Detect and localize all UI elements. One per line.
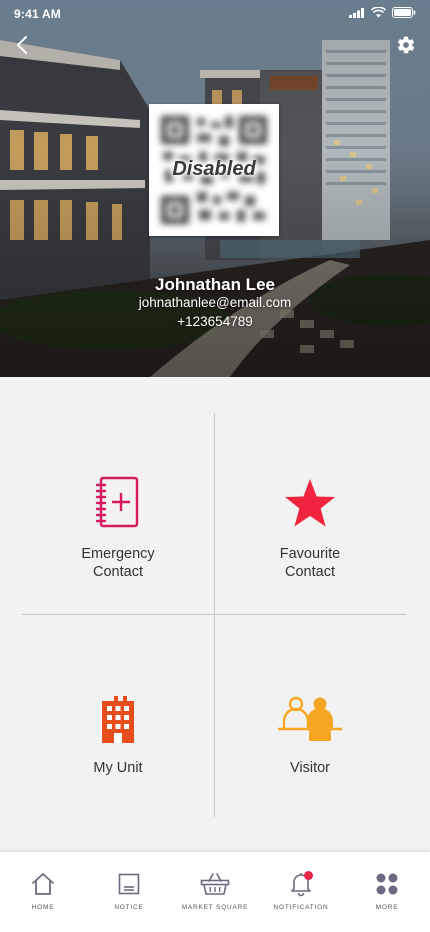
settings-button[interactable] xyxy=(394,33,418,57)
tab-label: HOME xyxy=(31,904,55,911)
notification-badge xyxy=(304,871,313,880)
back-button[interactable] xyxy=(10,33,34,57)
status-bar: 9:41 AM xyxy=(0,0,430,28)
tile-label: Favourite Contact xyxy=(214,545,406,581)
star-icon xyxy=(214,477,406,529)
contact-book-icon xyxy=(22,476,214,528)
tile-my-unit[interactable]: My Unit xyxy=(22,615,214,816)
visitors-icon xyxy=(214,695,406,743)
tab-label: MORE xyxy=(375,904,399,911)
hero-header: 9:41 AM Disabled Johnathan Lee johnathan… xyxy=(0,0,430,377)
basket-icon xyxy=(200,870,230,898)
tile-favourite-contact[interactable]: Favourite Contact xyxy=(214,413,406,614)
tile-label-line1: Emergency xyxy=(81,546,155,562)
tab-market-square[interactable]: MARKET SQUARE xyxy=(172,852,258,932)
tab-notification[interactable]: NOTIFICATION xyxy=(258,852,344,932)
bottom-tab-bar: HOME NOTICE MARKET SQUARE NOTIFICATION M… xyxy=(0,852,430,932)
tile-label: Emergency Contact xyxy=(22,545,214,581)
tile-label-line2: Contact xyxy=(285,564,335,580)
profile-phone: +123654789 xyxy=(177,314,253,329)
tile-label: Visitor xyxy=(289,760,331,776)
profile-screen: 9:41 AM Disabled Johnathan Lee johnathan… xyxy=(0,0,430,932)
qr-disabled-label: Disabled xyxy=(172,158,256,180)
battery-icon xyxy=(392,7,416,18)
tab-notice[interactable]: NOTICE xyxy=(86,852,172,932)
profile-email: johnathanlee@email.com xyxy=(138,295,292,310)
signal-icon xyxy=(349,7,364,18)
feature-grid: Emergency Contact Favourite Contact My U… xyxy=(22,413,406,817)
tile-emergency-contact[interactable]: Emergency Contact xyxy=(22,413,214,614)
tile-label-line2: Contact xyxy=(93,564,143,580)
bell-icon xyxy=(286,870,316,898)
tab-label: NOTICE xyxy=(114,904,144,911)
chevron-left-icon xyxy=(17,36,27,54)
notice-icon xyxy=(114,870,144,898)
wifi-icon xyxy=(371,7,386,18)
tile-visitor[interactable]: Visitor xyxy=(214,615,406,816)
tab-more[interactable]: MORE xyxy=(344,852,430,932)
status-icons xyxy=(349,7,416,18)
tab-home[interactable]: HOME xyxy=(0,852,86,932)
tab-label: NOTIFICATION xyxy=(273,904,329,911)
home-icon xyxy=(28,870,58,898)
status-time: 9:41 AM xyxy=(14,7,61,21)
tile-label: My Unit xyxy=(93,760,143,776)
profile-name: Johnathan Lee xyxy=(155,275,275,294)
qr-code-disabled: Disabled xyxy=(149,104,279,236)
tile-label-line1: Favourite xyxy=(279,546,341,562)
more-grid-icon xyxy=(372,870,402,898)
tab-label: MARKET SQUARE xyxy=(181,904,249,911)
gear-icon xyxy=(397,36,415,54)
building-icon xyxy=(22,695,214,745)
